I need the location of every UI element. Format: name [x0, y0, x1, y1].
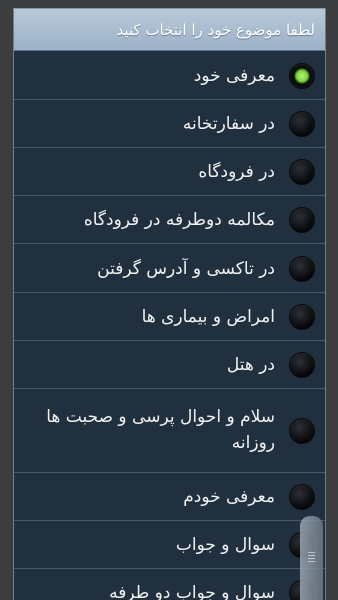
radio-unchecked-icon[interactable] [289, 304, 315, 330]
option-label: معرفی خودم [183, 487, 275, 507]
dialog-title: لطفا موضوع خود را انتخاب کنید [14, 9, 325, 51]
option-label: امراض و بیماری ها [141, 307, 275, 327]
grip-icon [308, 552, 315, 564]
option-row-hotel[interactable]: در هتل [14, 341, 325, 389]
option-row-two-way-qa[interactable]: سوال و جواب دو طرفه [14, 569, 325, 600]
radio-unchecked-icon[interactable] [289, 111, 315, 137]
option-label: سوال و جواب [175, 535, 275, 555]
radio-unchecked-icon[interactable] [289, 256, 315, 282]
option-row-greetings[interactable]: سلام و احوال پرسی و صحبت ها روزانه [14, 389, 325, 473]
option-label: معرفی خود [193, 66, 275, 86]
radio-unchecked-icon[interactable] [289, 484, 315, 510]
topic-selection-dialog: لطفا موضوع خود را انتخاب کنید معرفی خود … [13, 8, 326, 600]
radio-unchecked-icon[interactable] [289, 207, 315, 233]
screen-backdrop: لطفا موضوع خود را انتخاب کنید معرفی خود … [0, 0, 338, 600]
radio-checked-icon[interactable] [289, 63, 315, 89]
option-label: مکالمه دوطرفه در فرودگاه [83, 210, 275, 230]
option-row-taxi-directions[interactable]: در تاکسی و آدرس گرفتن [14, 244, 325, 293]
radio-unchecked-icon[interactable] [289, 159, 315, 185]
option-row-airport[interactable]: در فرودگاه [14, 148, 325, 196]
option-row-airport-dialogue[interactable]: مکالمه دوطرفه در فرودگاه [14, 196, 325, 244]
option-label: در تاکسی و آدرس گرفتن [97, 259, 275, 279]
option-row-question-answer[interactable]: سوال و جواب [14, 521, 325, 569]
option-row-introduce-myself[interactable]: معرفی خودم [14, 473, 325, 521]
option-row-introduce-yourself[interactable]: معرفی خود [14, 52, 325, 100]
radio-unchecked-icon[interactable] [289, 418, 315, 444]
option-label: سوال و جواب دو طرفه [109, 583, 275, 600]
option-label: در فرودگاه [198, 162, 275, 182]
option-label: در سفارتخانه [182, 114, 275, 134]
option-row-embassy[interactable]: در سفارتخانه [14, 100, 325, 148]
option-label: در هتل [226, 355, 275, 375]
option-label: سلام و احوال پرسی و صحبت ها روزانه [46, 407, 275, 453]
option-row-illnesses[interactable]: امراض و بیماری ها [14, 293, 325, 341]
radio-unchecked-icon[interactable] [289, 352, 315, 378]
scrollbar-thumb[interactable] [300, 516, 323, 600]
